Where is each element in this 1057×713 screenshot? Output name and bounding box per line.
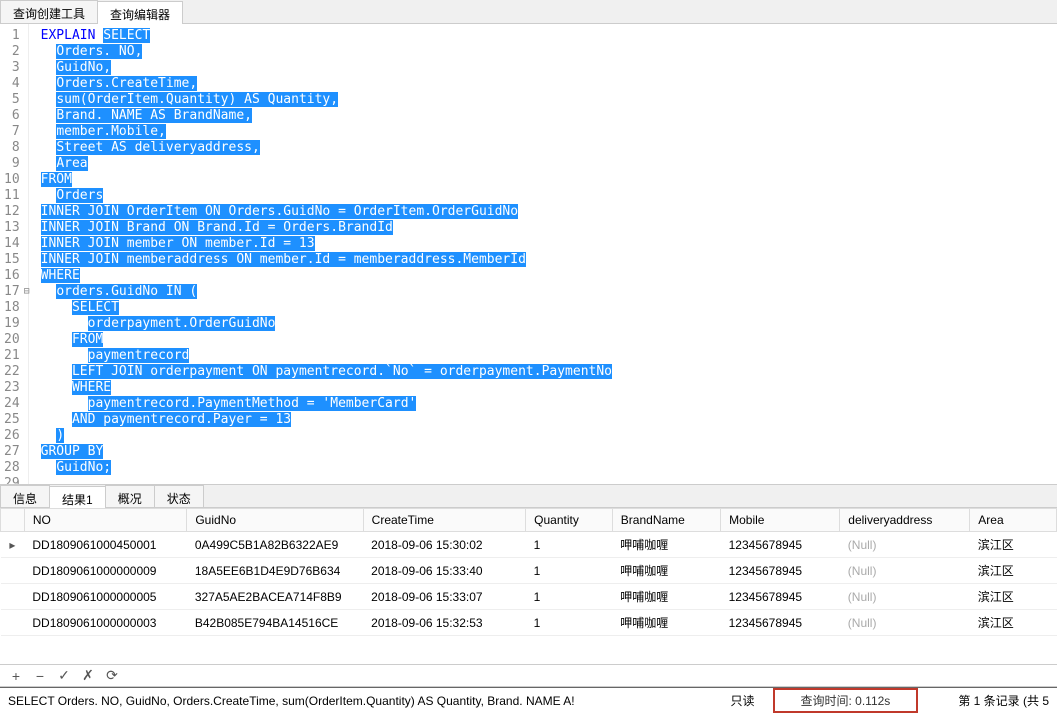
status-query-time: 查询时间: 0.112s (773, 688, 919, 713)
refresh-btn[interactable]: ⟳ (104, 667, 120, 684)
delete-row-btn[interactable]: − (32, 668, 48, 684)
status-readonly: 只读 (720, 692, 764, 709)
tab-query-tool[interactable]: 查询创建工具 (0, 0, 98, 23)
tab-result1[interactable]: 结果1 (49, 486, 106, 508)
tab-info[interactable]: 信息 (0, 485, 50, 507)
col-no[interactable]: NO (24, 509, 186, 532)
status-bar: SELECT Orders. NO, GuidNo, Orders.Create… (0, 687, 1057, 713)
col-brandname[interactable]: BrandName (612, 509, 720, 532)
col-quantity[interactable]: Quantity (526, 509, 613, 532)
editor-gutter: 1234567891011121314151617⊟18192021222324… (0, 24, 29, 484)
cancel-btn[interactable]: ✗ (80, 667, 96, 684)
tab-query-editor[interactable]: 查询编辑器 (97, 1, 183, 24)
result-grid-wrap[interactable]: NO GuidNo CreateTime Quantity BrandName … (0, 508, 1057, 665)
col-guidno[interactable]: GuidNo (187, 509, 363, 532)
editor-top-tabs: 查询创建工具 查询编辑器 (0, 0, 1057, 24)
col-createtime[interactable]: CreateTime (363, 509, 525, 532)
col-mobile[interactable]: Mobile (721, 509, 840, 532)
tab-profile[interactable]: 概况 (105, 485, 155, 507)
editor-code[interactable]: EXPLAIN SELECT Orders. NO, GuidNo, Order… (29, 24, 612, 484)
result-grid: NO GuidNo CreateTime Quantity BrandName … (0, 508, 1057, 636)
table-row[interactable]: DD1809061000000005327A5AE2BACEA714F8B920… (1, 584, 1057, 610)
col-area[interactable]: Area (970, 509, 1057, 532)
grid-nav: + − ✓ ✗ ⟳ (0, 665, 1057, 687)
fold-marker-icon[interactable]: ⊟ (24, 284, 30, 300)
col-marker (1, 509, 25, 532)
table-row[interactable]: ▸DD18090610004500010A499C5B1A82B6322AE92… (1, 532, 1057, 558)
apply-btn[interactable]: ✓ (56, 667, 72, 684)
status-record-count: 第 1 条记录 (共 5 (926, 692, 1049, 709)
sql-editor[interactable]: 1234567891011121314151617⊟18192021222324… (0, 24, 1057, 484)
tab-status[interactable]: 状态 (154, 485, 204, 507)
status-sql-preview: SELECT Orders. NO, GuidNo, Orders.Create… (8, 694, 575, 708)
table-row[interactable]: DD180906100000000918A5EE6B1D4E9D76B63420… (1, 558, 1057, 584)
add-row-btn[interactable]: + (8, 668, 24, 684)
table-row[interactable]: DD1809061000000003B42B085E794BA14516CE20… (1, 610, 1057, 636)
result-tabs: 信息 结果1 概况 状态 (0, 484, 1057, 508)
col-deliveryaddress[interactable]: deliveryaddress (840, 509, 970, 532)
